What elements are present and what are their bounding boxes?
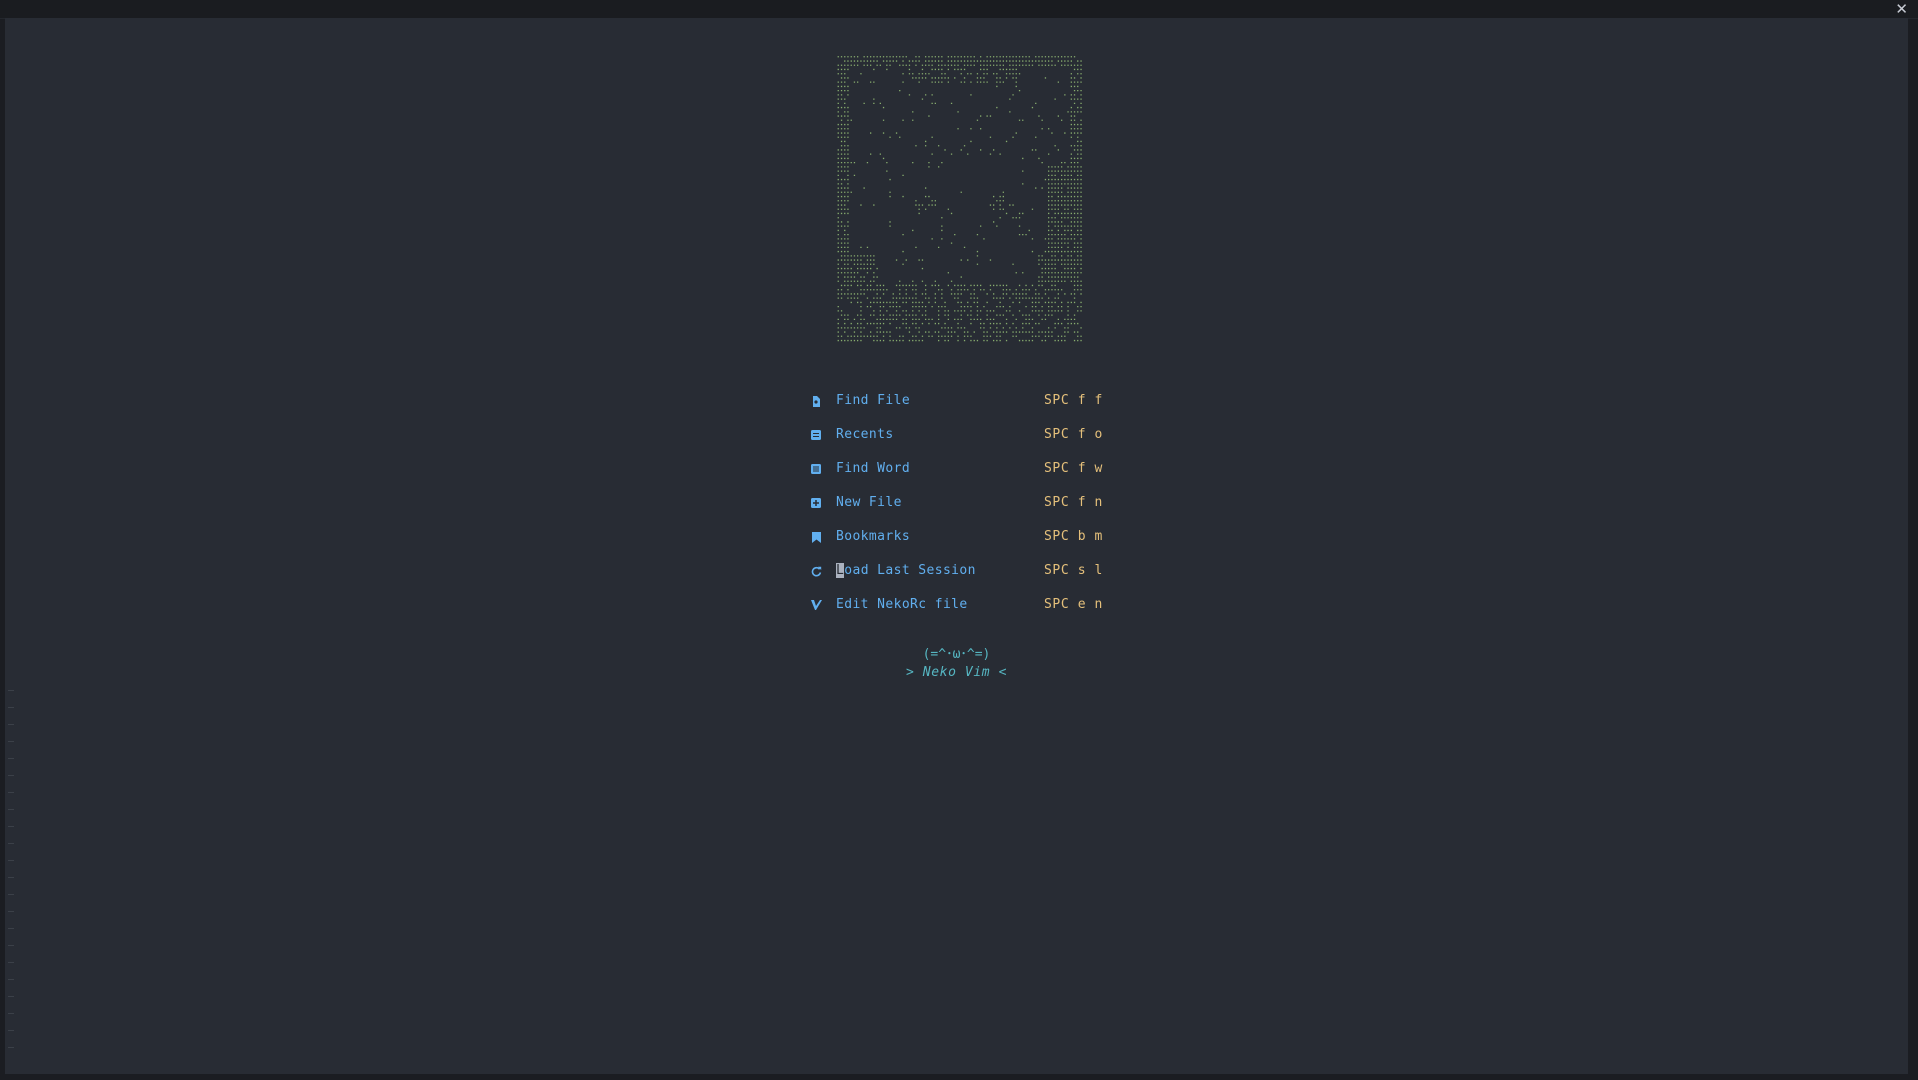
editor-pane[interactable]: Find File SPC f f Recents SPC f o Find W… bbox=[5, 18, 1908, 1074]
empty-line-marker bbox=[8, 792, 14, 793]
empty-line-marker bbox=[8, 1030, 14, 1031]
empty-line-marker bbox=[8, 945, 14, 946]
empty-line-marker bbox=[8, 860, 14, 861]
refresh-icon bbox=[810, 565, 822, 577]
empty-line-marker bbox=[8, 996, 14, 997]
edit-icon bbox=[810, 599, 822, 611]
menu-label: Find File bbox=[836, 393, 911, 408]
empty-line-marker bbox=[8, 962, 14, 963]
ascii-art-cat bbox=[836, 54, 1082, 342]
text-cursor: L bbox=[836, 563, 845, 578]
empty-line-marker bbox=[8, 724, 14, 725]
bookmark-icon bbox=[810, 531, 822, 543]
menu-shortcut: SPC e n bbox=[1044, 597, 1103, 612]
menu-item-bookmarks[interactable]: Bookmarks SPC b m bbox=[810, 520, 1110, 554]
menu-label: Bookmarks bbox=[836, 529, 911, 544]
menu-shortcut: SPC f o bbox=[1044, 427, 1103, 442]
empty-line-marker bbox=[8, 775, 14, 776]
menu-item-find-file[interactable]: Find File SPC f f bbox=[810, 384, 1110, 418]
menu-label: Recents bbox=[836, 427, 894, 442]
empty-line-marker bbox=[8, 741, 14, 742]
empty-line-marker bbox=[8, 911, 14, 912]
menu-shortcut: SPC s l bbox=[1044, 563, 1103, 578]
empty-line-marker bbox=[8, 690, 14, 691]
neko-vim-tagline: > Neko Vim < bbox=[905, 665, 1008, 680]
menu-shortcut: SPC f f bbox=[1044, 393, 1103, 408]
empty-line-marker bbox=[8, 928, 14, 929]
menu-label: Edit NekoRc file bbox=[836, 597, 968, 612]
empty-line-marker bbox=[8, 894, 14, 895]
ascii-art-dots bbox=[837, 56, 1082, 342]
menu-label: Load Last Session bbox=[836, 554, 976, 588]
empty-line-marker bbox=[8, 979, 14, 980]
menu-item-edit-nekorc[interactable]: Edit NekoRc file SPC e n bbox=[810, 588, 1110, 622]
empty-line-marker bbox=[8, 826, 14, 827]
menu-label: New File bbox=[836, 495, 902, 510]
empty-line-marker bbox=[8, 1013, 14, 1014]
empty-line-marker bbox=[8, 707, 14, 708]
menu-shortcut: SPC f w bbox=[1044, 461, 1103, 476]
dashboard-footer: (=^･ω･^=) > Neko Vim < bbox=[5, 646, 1908, 682]
tilde-gutter bbox=[8, 18, 16, 1074]
menu-label-rest: oad Last Session bbox=[844, 563, 976, 578]
menu-item-recents[interactable]: Recents SPC f o bbox=[810, 418, 1110, 452]
empty-line-marker bbox=[8, 1047, 14, 1048]
new-file-icon bbox=[810, 497, 822, 509]
window-titlebar: ✕ bbox=[0, 0, 1918, 19]
menu-shortcut: SPC f n bbox=[1044, 495, 1103, 510]
cat-face: (=^･ω･^=) bbox=[922, 647, 991, 662]
empty-line-marker bbox=[8, 758, 14, 759]
dashboard-menu: Find File SPC f f Recents SPC f o Find W… bbox=[810, 384, 1110, 622]
menu-item-find-word[interactable]: Find Word SPC f w bbox=[810, 452, 1110, 486]
recents-icon bbox=[810, 429, 822, 441]
empty-line-marker bbox=[8, 809, 14, 810]
empty-line-marker bbox=[8, 843, 14, 844]
menu-item-load-last-session[interactable]: Load Last Session SPC s l bbox=[810, 554, 1110, 588]
empty-line-marker bbox=[8, 877, 14, 878]
menu-shortcut: SPC b m bbox=[1044, 529, 1103, 544]
menu-item-new-file[interactable]: New File SPC f n bbox=[810, 486, 1110, 520]
find-word-icon bbox=[810, 463, 822, 475]
search-file-icon bbox=[810, 395, 822, 407]
menu-label: Find Word bbox=[836, 461, 911, 476]
close-icon[interactable]: ✕ bbox=[1895, 1, 1908, 17]
